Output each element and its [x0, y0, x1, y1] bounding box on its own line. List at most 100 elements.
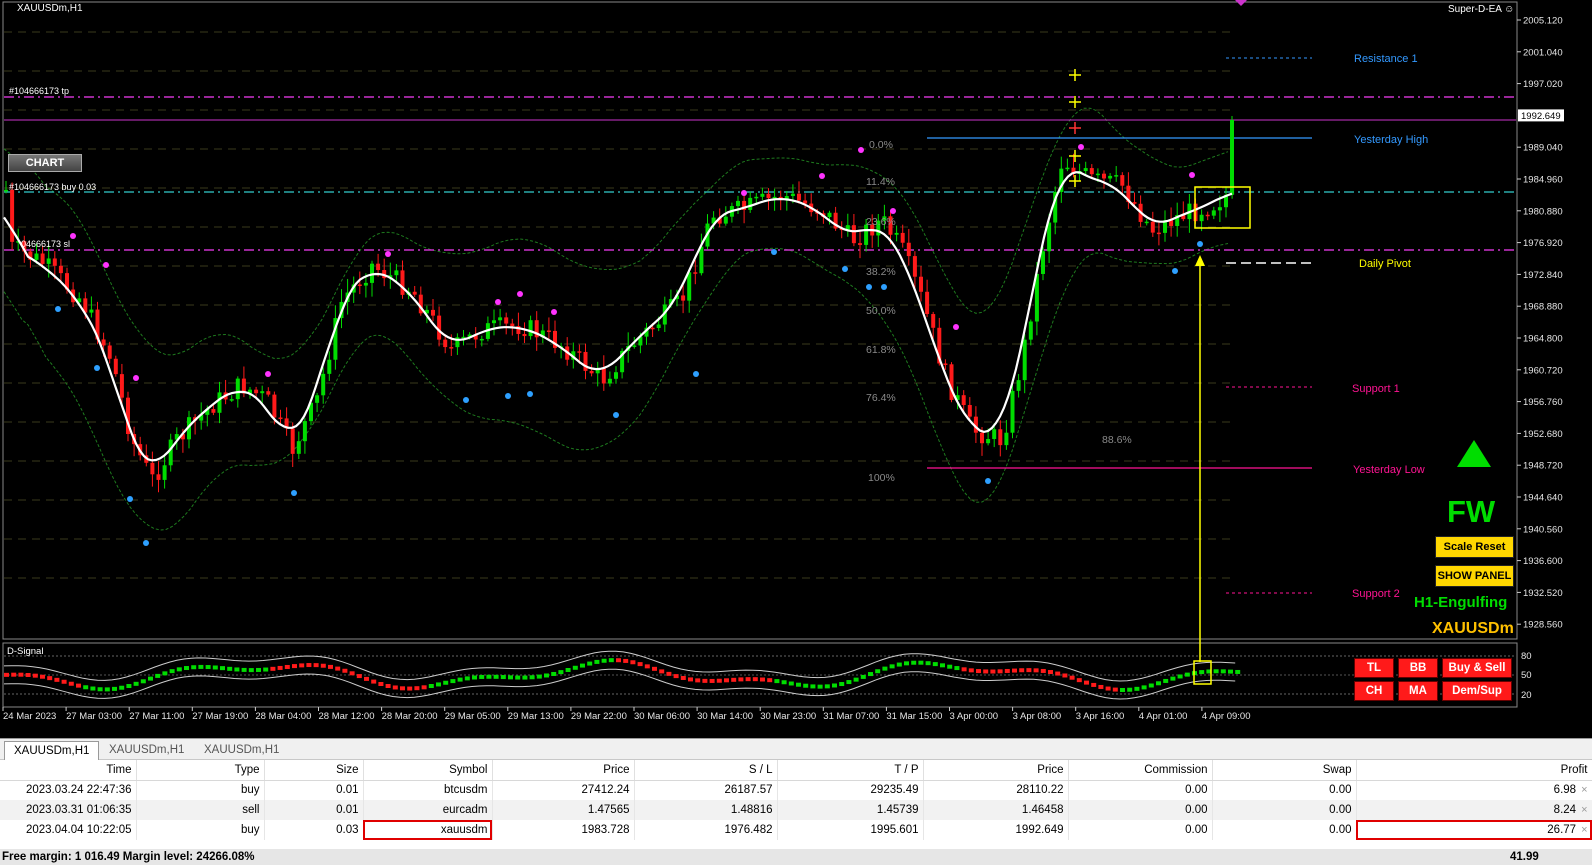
indicator-bar: [1177, 674, 1183, 679]
indicator-bar: [421, 685, 427, 690]
candle-body: [40, 253, 45, 264]
bearish-signal-dot: [819, 173, 825, 179]
close-position-icon[interactable]: ×: [1576, 784, 1587, 796]
table-cell: 0.00: [1212, 800, 1357, 820]
indicator-bar: [436, 682, 441, 687]
order-sl-label[interactable]: 04666173 sl: [21, 239, 70, 249]
indicator-bar: [824, 684, 830, 689]
indicator-bar: [781, 680, 787, 685]
dem-sup-button[interactable]: Dem/Sup: [1442, 681, 1512, 701]
price-tick-label: 1956.760: [1523, 397, 1563, 408]
cell-value: 1995.601: [870, 824, 919, 836]
indicator-bar: [544, 673, 549, 678]
yesterday-low-label: Yesterday Low: [1353, 464, 1425, 476]
indicator-bar: [709, 678, 715, 683]
order-tp-label[interactable]: #104666173 tp: [9, 86, 69, 96]
indicator-bar: [911, 660, 917, 665]
chart-area[interactable]: 2005.120 2001.040 1997.020 1992.649 1989.040…: [0, 0, 1592, 738]
cell-value: buy: [240, 824, 260, 836]
indicator-bar: [716, 678, 722, 683]
ma-button[interactable]: MA: [1398, 681, 1438, 701]
time-tick-label: 28 Mar 04:00: [255, 711, 311, 722]
close-position-icon[interactable]: ×: [1576, 804, 1587, 816]
indicator-bar: [18, 672, 24, 677]
price-chart[interactable]: 2005.120 2001.040 1997.020 1992.649 1989.040…: [0, 0, 1592, 738]
price-tick-label: 1997.020: [1523, 79, 1563, 90]
indicator-bar: [1235, 669, 1241, 674]
order-buy-label[interactable]: #104666173 buy 0.03: [9, 182, 96, 192]
terminal-window: 2005.120 2001.040 1997.020 1992.649 1989.040…: [0, 0, 1592, 865]
price-tick-label: 1936.600: [1523, 556, 1563, 567]
price-tick-label: 1992.649: [1521, 111, 1561, 122]
price-tick-label: 1984.960: [1523, 175, 1563, 186]
bearish-signal-dot: [1189, 172, 1195, 178]
candle-body: [107, 345, 112, 359]
price-tick-label: 1952.680: [1523, 429, 1563, 440]
candle-body: [229, 399, 234, 401]
cell-value: 0.03: [336, 824, 359, 836]
bullish-signal-dot: [55, 306, 61, 312]
tl-button[interactable]: TL: [1354, 658, 1394, 678]
indicator-bar: [184, 666, 189, 671]
ch-button[interactable]: CH: [1354, 681, 1394, 701]
indicator-bar: [1004, 668, 1010, 673]
candle-body: [510, 323, 515, 327]
indicator-bar: [299, 663, 305, 668]
col-time[interactable]: Time: [0, 760, 137, 781]
candle-body: [260, 391, 265, 394]
table-cell: 0.00: [1068, 800, 1213, 820]
candle-body: [614, 372, 618, 379]
candle-body: [1156, 232, 1161, 235]
tab-xauusdm-h1-1[interactable]: XAUUSDm,H1: [4, 741, 100, 760]
bb-button[interactable]: BB: [1398, 658, 1438, 678]
cell-value: 1976.482: [724, 824, 773, 836]
indicator-bar: [565, 668, 571, 673]
indicator-bar: [976, 669, 981, 674]
col-symbol[interactable]: Symbol: [363, 760, 493, 781]
col-type[interactable]: Type: [136, 760, 265, 781]
candle-body: [101, 339, 106, 346]
tab-xauusdm-h1-2[interactable]: XAUUSDm,H1: [100, 741, 193, 760]
show-panel-button[interactable]: SHOW PANEL: [1435, 565, 1514, 587]
col-profit[interactable]: Profit: [1356, 760, 1592, 781]
table-row[interactable]: 2023.03.31 01:06:35 sell 0.01 eurcadm 1.4756…: [0, 800, 1592, 820]
indicator-bar: [342, 668, 348, 673]
close-position-icon[interactable]: ×: [1576, 824, 1587, 836]
candle-body: [748, 197, 753, 210]
indicator-bar: [868, 672, 873, 677]
fib-level-label: 38.2%: [866, 266, 896, 278]
candle-body: [577, 351, 582, 353]
chart-button[interactable]: CHART: [8, 154, 82, 172]
cell-value: buy: [240, 784, 260, 797]
indicator-bar: [313, 663, 319, 668]
candle-body: [272, 394, 277, 418]
indicator-name: D-Signal: [7, 646, 44, 657]
col-tp[interactable]: T / P: [777, 760, 924, 781]
table-row[interactable]: 2023.03.24 22:47:36 buy 0.01 btcusdm 27412.2…: [0, 780, 1592, 800]
candle-body: [1108, 175, 1113, 179]
table-cell: 0.01: [264, 800, 364, 820]
candle-body: [1114, 175, 1119, 177]
indicator-bar: [335, 666, 341, 671]
col-size[interactable]: Size: [264, 760, 364, 781]
indicator-bar: [191, 665, 197, 670]
indicator-bar: [133, 681, 139, 686]
col-sl[interactable]: S / L: [634, 760, 778, 781]
tab-xauusdm-h1-3[interactable]: XAUUSDm,H1: [195, 741, 288, 760]
pattern-label: H1-Engulfing: [1414, 594, 1508, 611]
scale-reset-button[interactable]: Scale Reset: [1435, 536, 1514, 558]
table-row[interactable]: 2023.04.04 10:22:05 buy 0.03 xauusdm 1983.72…: [0, 820, 1592, 840]
bearish-signal-dot: [133, 375, 139, 381]
bearish-signal-dot: [495, 299, 501, 305]
buy-sell-button[interactable]: Buy & Sell: [1442, 658, 1512, 678]
col-commission[interactable]: Commission: [1068, 760, 1213, 781]
top-marker: [1235, 0, 1247, 6]
candle-body: [1199, 214, 1204, 222]
candle-body: [266, 391, 271, 395]
col-swap[interactable]: Swap: [1212, 760, 1357, 781]
col-current-price[interactable]: Price: [923, 760, 1069, 781]
indicator-bar: [1127, 687, 1133, 692]
time-tick-label: 29 Mar 05:00: [445, 711, 501, 722]
col-price[interactable]: Price: [492, 760, 635, 781]
candle-body: [211, 409, 216, 413]
